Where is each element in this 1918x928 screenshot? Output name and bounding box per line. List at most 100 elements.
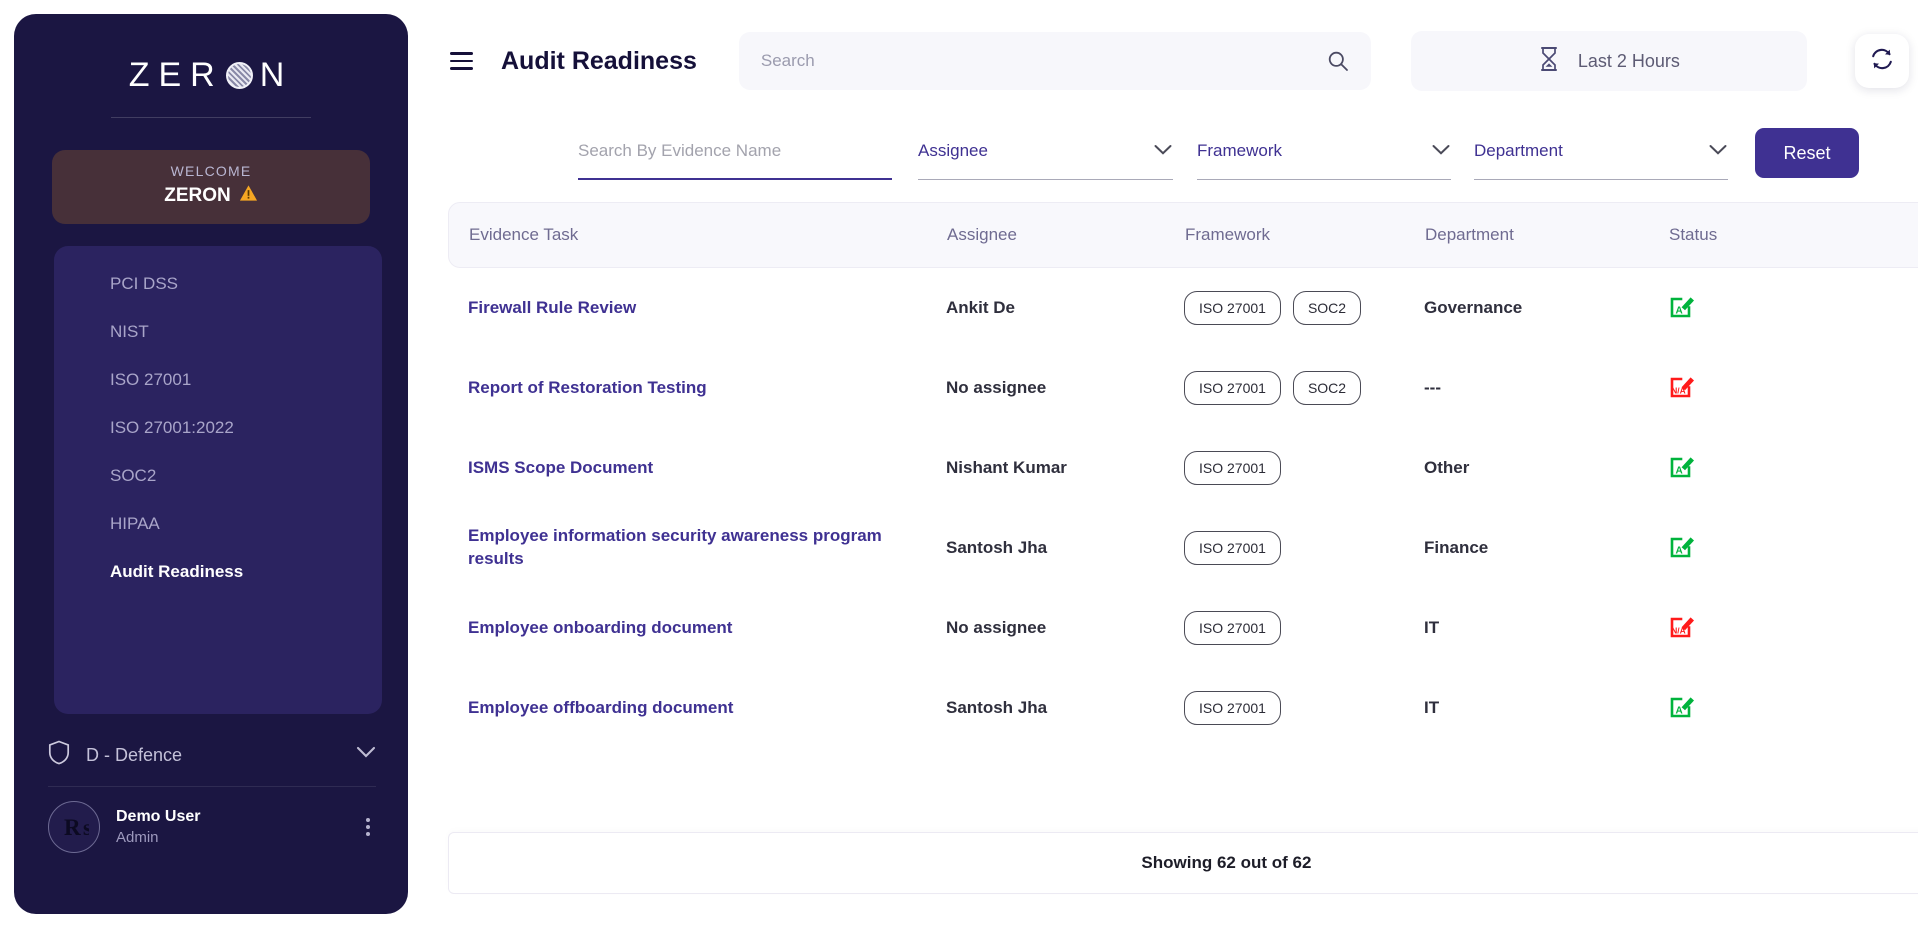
sidebar-item-hipaa[interactable]: HIPAA bbox=[54, 500, 382, 548]
framework-chip: ISO 27001 bbox=[1184, 451, 1281, 485]
chevron-down-icon[interactable] bbox=[1431, 141, 1451, 161]
global-search[interactable] bbox=[738, 32, 1371, 90]
table-row[interactable]: Employee onboarding document No assignee I… bbox=[448, 588, 1918, 668]
framework-cell: ISO 27001 bbox=[1184, 531, 1424, 565]
time-range-label: Last 2 Hours bbox=[1577, 50, 1680, 71]
framework-filter-label: Framework bbox=[1197, 140, 1283, 160]
table-row[interactable]: Firewall Rule Review Ankit De ISO 27001 SOC… bbox=[448, 268, 1918, 348]
user-profile[interactable]: ₨ Demo User Admin bbox=[48, 801, 378, 853]
evidence-search-input[interactable] bbox=[578, 140, 892, 161]
evidence-task-cell: ISMS Scope Document bbox=[468, 457, 946, 480]
sidebar-item-nist[interactable]: NIST bbox=[54, 308, 382, 356]
status-cell: A bbox=[1668, 532, 1918, 565]
chevron-down-icon[interactable] bbox=[1153, 141, 1173, 161]
svg-text:N/A: N/A bbox=[1671, 625, 1685, 635]
assignee-filter-underline bbox=[918, 179, 1173, 180]
search-input[interactable] bbox=[760, 51, 1327, 71]
table-row[interactable]: Report of Restoration Testing No assignee… bbox=[448, 348, 1918, 428]
refresh-icon bbox=[1869, 46, 1895, 77]
department-filter-label: Department bbox=[1474, 140, 1563, 160]
user-meta: Demo User Admin bbox=[116, 806, 342, 848]
framework-chip: SOC2 bbox=[1292, 371, 1362, 405]
logo-text-left: ZE bbox=[128, 56, 191, 94]
evidence-search-field[interactable] bbox=[578, 134, 892, 180]
framework-cell: ISO 27001 bbox=[1184, 611, 1424, 645]
status-cell: N/A bbox=[1668, 372, 1918, 405]
sidebar-item-audit-readiness[interactable]: Audit Readiness bbox=[54, 548, 382, 596]
edit-approved-icon[interactable]: A bbox=[1668, 292, 1918, 325]
org-selector[interactable]: D - Defence bbox=[48, 734, 376, 787]
status-cell: A bbox=[1668, 292, 1918, 325]
table-row[interactable]: Employee offboarding document Santosh Jha… bbox=[448, 668, 1918, 748]
table-header-row: Evidence Task Assignee Framework Departm… bbox=[448, 202, 1918, 268]
evidence-task-link[interactable]: Employee onboarding document bbox=[468, 617, 946, 640]
edit-approved-icon[interactable]: A bbox=[1668, 692, 1918, 725]
sidebar-item-soc2[interactable]: SOC2 bbox=[54, 452, 382, 500]
page-title: Audit Readiness bbox=[501, 46, 697, 75]
table-footer: Showing 62 out of 62 bbox=[448, 832, 1918, 894]
evidence-task-link[interactable]: Employee information security awareness … bbox=[468, 525, 946, 571]
column-header-assignee: Assignee bbox=[947, 225, 1017, 244]
hourglass-icon bbox=[1538, 46, 1560, 77]
evidence-task-link[interactable]: ISMS Scope Document bbox=[468, 457, 946, 480]
table-body: Firewall Rule Review Ankit De ISO 27001 SOC… bbox=[448, 268, 1918, 748]
evidence-search-underline bbox=[578, 178, 892, 180]
evidence-task-link[interactable]: Report of Restoration Testing bbox=[468, 377, 946, 400]
edit-not-applicable-icon[interactable]: N/A bbox=[1668, 372, 1918, 405]
time-range-selector[interactable]: Last 2 Hours bbox=[1410, 31, 1807, 91]
status-cell: N/A bbox=[1668, 612, 1918, 645]
framework-cell: ISO 27001 bbox=[1184, 691, 1424, 725]
column-header-framework: Framework bbox=[1185, 225, 1271, 244]
evidence-task-link[interactable]: Firewall Rule Review bbox=[468, 297, 946, 320]
framework-cell: ISO 27001 SOC2 bbox=[1184, 291, 1424, 325]
evidence-task-cell: Employee onboarding document bbox=[468, 617, 946, 640]
refresh-button[interactable] bbox=[1854, 34, 1909, 88]
framework-filter[interactable]: Framework bbox=[1197, 134, 1451, 180]
assignee-cell: No assignee bbox=[946, 378, 1047, 397]
sidebar-nav: PCI DSS NIST ISO 27001 ISO 27001:2022 SO… bbox=[54, 246, 382, 714]
sidebar-item-iso-27001-2022[interactable]: ISO 27001:2022 bbox=[54, 404, 382, 452]
column-header-evidence-task: Evidence Task bbox=[469, 225, 579, 244]
chevron-down-icon[interactable] bbox=[356, 746, 376, 764]
shield-icon bbox=[48, 740, 70, 770]
hamburger-menu-icon[interactable] bbox=[448, 48, 475, 74]
top-header: Audit Readiness Last 2 Hours bbox=[408, 0, 1918, 122]
department-cell: Finance bbox=[1424, 538, 1489, 557]
kebab-menu-icon[interactable] bbox=[358, 814, 378, 840]
edit-approved-icon[interactable]: A bbox=[1668, 532, 1918, 565]
sidebar-item-pci-dss[interactable]: PCI DSS bbox=[54, 260, 382, 308]
table-row[interactable]: Employee information security awareness … bbox=[448, 508, 1918, 588]
framework-cell: ISO 27001 bbox=[1184, 451, 1424, 485]
edit-approved-icon[interactable]: A bbox=[1668, 452, 1918, 485]
table-row[interactable]: ISMS Scope Document Nishant Kumar ISO 2700… bbox=[448, 428, 1918, 508]
sidebar: ZE R N WELCOME ZERON PCI DSS NIST ISO 27… bbox=[14, 14, 408, 914]
framework-chip: ISO 27001 bbox=[1184, 611, 1281, 645]
svg-text:N/A: N/A bbox=[1671, 385, 1685, 395]
evidence-task-cell: Report of Restoration Testing bbox=[468, 377, 946, 400]
assignee-cell: Santosh Jha bbox=[946, 698, 1048, 717]
logo-text-right: N bbox=[259, 56, 294, 94]
department-cell: IT bbox=[1424, 698, 1440, 717]
reset-button[interactable]: Reset bbox=[1755, 128, 1859, 178]
edit-not-applicable-icon[interactable]: N/A bbox=[1668, 612, 1918, 645]
framework-chip: ISO 27001 bbox=[1184, 291, 1281, 325]
app-root: ZE R N WELCOME ZERON PCI DSS NIST ISO 27… bbox=[0, 0, 1918, 928]
chevron-down-icon[interactable] bbox=[1708, 141, 1728, 161]
welcome-label: WELCOME bbox=[170, 163, 252, 179]
framework-chip: ISO 27001 bbox=[1184, 371, 1281, 405]
framework-cell: ISO 27001 SOC2 bbox=[1184, 371, 1424, 405]
assignee-filter[interactable]: Assignee bbox=[918, 134, 1173, 180]
assignee-filter-label: Assignee bbox=[918, 140, 988, 160]
department-filter[interactable]: Department bbox=[1474, 134, 1728, 180]
status-cell: A bbox=[1668, 452, 1918, 485]
evidence-task-link[interactable]: Employee offboarding document bbox=[468, 697, 946, 720]
column-header-status: Status bbox=[1669, 225, 1718, 244]
sidebar-item-iso-27001[interactable]: ISO 27001 bbox=[54, 356, 382, 404]
search-icon[interactable] bbox=[1327, 50, 1349, 72]
assignee-cell: Santosh Jha bbox=[946, 538, 1048, 557]
svg-text:A: A bbox=[1676, 465, 1683, 476]
evidence-task-cell: Employee information security awareness … bbox=[468, 525, 946, 571]
brand-logo[interactable]: ZE R N bbox=[14, 14, 408, 118]
assignee-cell: Nishant Kumar bbox=[946, 458, 1067, 477]
welcome-org-name: ZERON bbox=[164, 185, 231, 206]
